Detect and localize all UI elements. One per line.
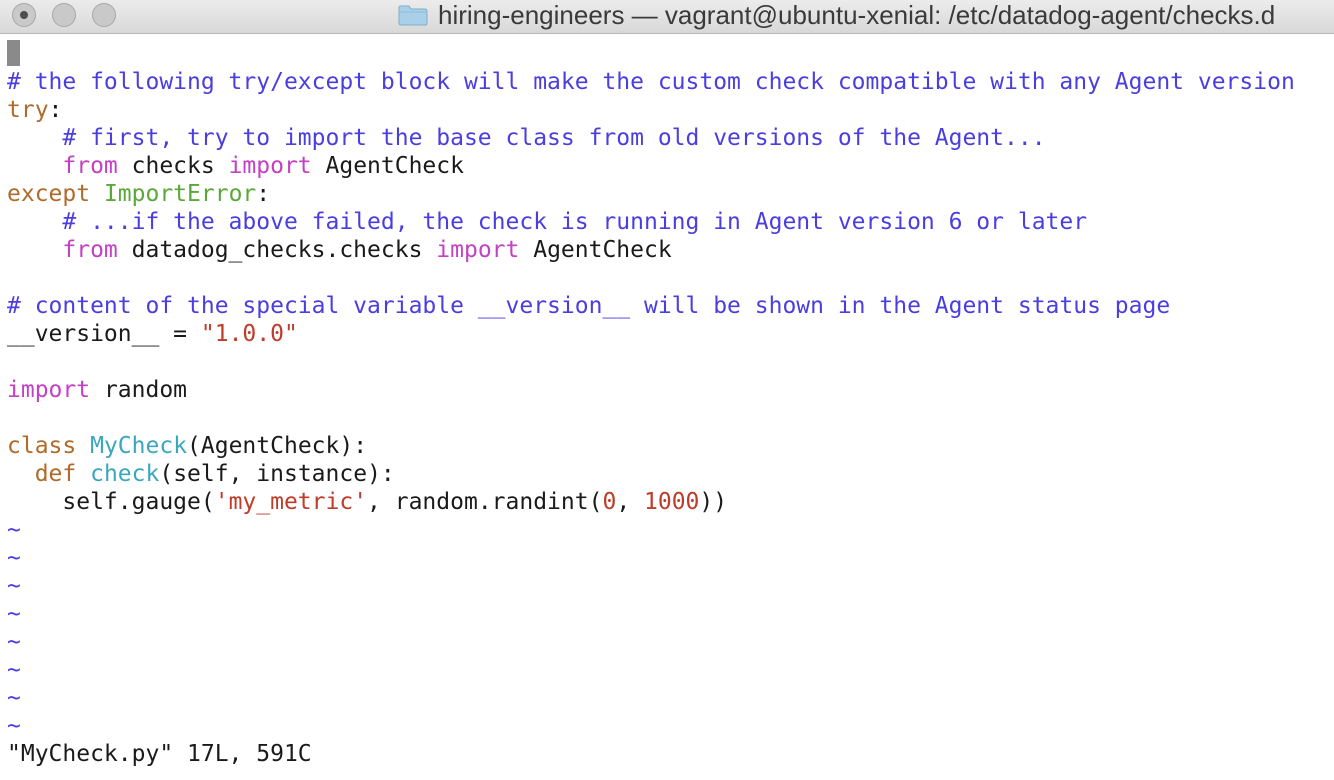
code-line: # first, try to import the base class fr… <box>7 124 1046 152</box>
code-token: checks <box>117 153 229 179</box>
code-token: import <box>436 237 520 263</box>
minimize-window-button[interactable] <box>52 3 76 27</box>
empty-buffer-line: ~ <box>7 544 21 572</box>
empty-buffer-line: ~ <box>7 656 21 684</box>
code-token: ~ <box>7 517 21 543</box>
title-bar[interactable]: hiring-engineers — vagrant@ubuntu-xenial… <box>0 0 1334 34</box>
code-token: ~ <box>7 601 21 627</box>
code-line: self.gauge('my_metric', random.randint(0… <box>7 488 727 516</box>
code-token: # ...if the above failed, the check is r… <box>7 209 1088 235</box>
code-token: def <box>34 461 77 487</box>
code-line: except ImportError: <box>7 180 270 208</box>
code-token: self.gauge( <box>7 489 215 515</box>
code-token: from <box>62 153 118 179</box>
code-line: from checks import AgentCheck <box>7 152 464 180</box>
code-token: # first, try to import the base class fr… <box>7 125 1046 151</box>
code-token: except <box>7 181 91 207</box>
code-token: AgentCheck <box>311 153 464 179</box>
code-token: 'my_metric' <box>214 489 368 515</box>
window-title-group: hiring-engineers — vagrant@ubuntu-xenial… <box>398 0 1275 30</box>
code-token: , <box>616 489 645 515</box>
code-token: random <box>90 377 188 403</box>
code-token: : <box>48 97 63 123</box>
code-token: # content of the special variable __vers… <box>7 293 1171 319</box>
code-token: from <box>62 237 118 263</box>
code-token: MyCheck <box>90 433 188 459</box>
terminal-window: hiring-engineers — vagrant@ubuntu-xenial… <box>0 0 1334 780</box>
vim-status-line: "MyCheck.py" 17L, 591C <box>7 741 312 767</box>
code-token: "1.0.0" <box>200 321 298 347</box>
code-line: __version__ = "1.0.0" <box>7 320 298 348</box>
text-cursor <box>7 40 20 66</box>
code-token: import <box>7 377 91 403</box>
code-token: try <box>7 97 49 123</box>
zoom-window-button[interactable] <box>92 3 116 27</box>
code-token: ~ <box>7 657 21 683</box>
code-line: try: <box>7 96 62 124</box>
code-token: , random.randint( <box>367 489 603 515</box>
folder-icon <box>398 4 428 26</box>
code-token: ~ <box>7 685 21 711</box>
vim-editor[interactable]: "MyCheck.py" 17L, 591C # the following t… <box>0 36 1334 780</box>
close-window-button[interactable] <box>12 3 36 27</box>
code-token: datadog_checks.checks <box>117 237 437 263</box>
empty-buffer-line: ~ <box>7 600 21 628</box>
code-line: # content of the special variable __vers… <box>7 292 1170 320</box>
empty-buffer-line: ~ <box>7 628 21 656</box>
code-token: ~ <box>7 545 21 571</box>
code-token: ~ <box>7 713 21 739</box>
code-token: ~ <box>7 573 21 599</box>
code-line: # the following try/except block will ma… <box>7 68 1295 96</box>
code-token: (self, instance): <box>159 461 395 487</box>
code-token: import <box>228 153 312 179</box>
empty-buffer-line: ~ <box>7 572 21 600</box>
code-line: import random <box>7 376 187 404</box>
code-token: class <box>7 433 77 459</box>
empty-buffer-line: ~ <box>7 516 21 544</box>
empty-buffer-line: ~ <box>7 712 21 740</box>
code-token: check <box>90 461 160 487</box>
code-line: def check(self, instance): <box>7 460 395 488</box>
code-token: : <box>256 181 271 207</box>
empty-buffer-line: ~ <box>7 684 21 712</box>
code-token: (AgentCheck): <box>187 433 368 459</box>
code-line: from datadog_checks.checks import AgentC… <box>7 236 672 264</box>
window-title: hiring-engineers — vagrant@ubuntu-xenial… <box>438 0 1276 30</box>
code-token: ~ <box>7 629 21 655</box>
code-line: # ...if the above failed, the check is r… <box>7 208 1087 236</box>
code-token: __version__ = <box>7 321 201 347</box>
code-token: )) <box>699 489 728 515</box>
code-line: class MyCheck(AgentCheck): <box>7 432 367 460</box>
code-token: # the following try/except block will ma… <box>7 69 1295 95</box>
code-token: 0 <box>602 489 617 515</box>
code-token: 1000 <box>644 489 700 515</box>
code-token: ImportError <box>103 181 257 207</box>
code-token: AgentCheck <box>519 237 672 263</box>
